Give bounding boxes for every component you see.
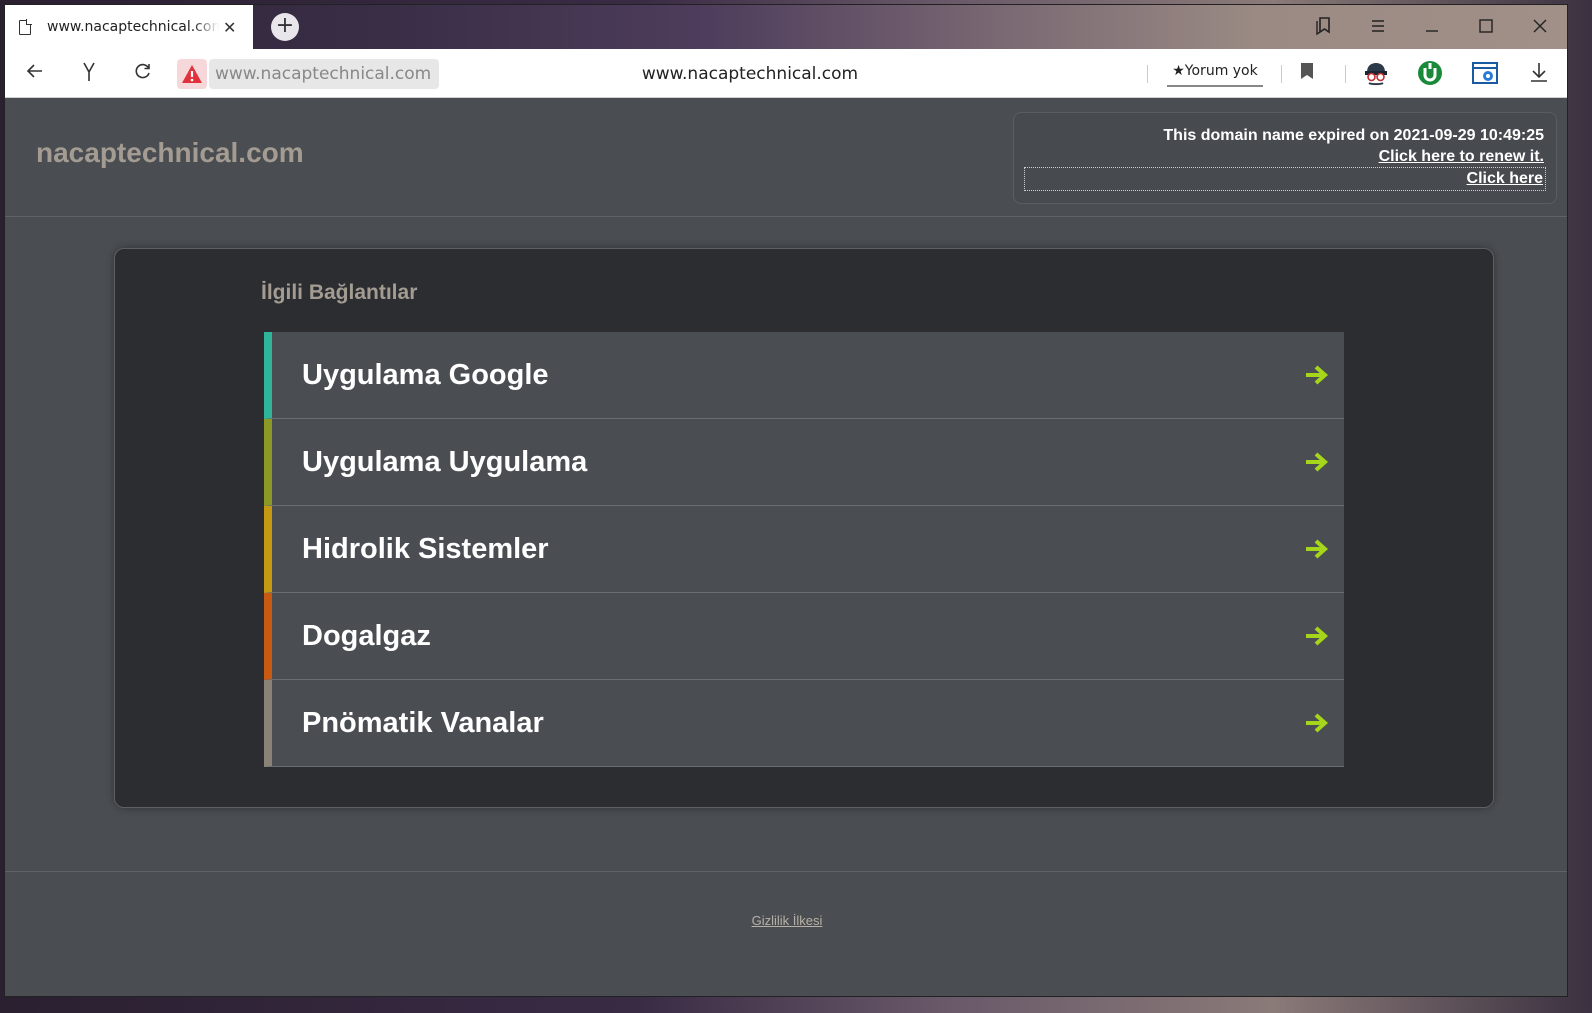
related-link[interactable]: Uygulama Google [264, 332, 1344, 419]
close-window-icon[interactable] [1513, 17, 1567, 38]
arrow-right-icon [1306, 626, 1329, 646]
related-link[interactable]: Dogalgaz [264, 593, 1344, 680]
new-tab-button[interactable]: + [271, 13, 299, 41]
bookmark-icon[interactable] [1299, 61, 1315, 86]
screenshot-icon[interactable] [1471, 60, 1499, 91]
related-link-label[interactable]: Uygulama Google [302, 359, 549, 392]
arrow-right-icon [1306, 713, 1329, 733]
related-link-label[interactable]: Dogalgaz [302, 620, 431, 653]
expiration-text: This domain name expired on 2021-09-29 1… [1163, 127, 1544, 144]
footer-divider [5, 871, 1567, 872]
maximize-icon[interactable] [1459, 17, 1513, 38]
related-link-label[interactable]: Hidrolik Sistemler [302, 533, 549, 566]
address-bar-title[interactable]: www.nacaptechnical.com [5, 64, 1495, 84]
toolbar-divider [1345, 65, 1346, 83]
window-controls [1297, 5, 1567, 49]
related-link-label[interactable]: Uygulama Uygulama [302, 446, 587, 479]
browser-toolbar: www.nacaptechnical.com www.nacaptechnica… [5, 49, 1567, 98]
browser-window: www.nacaptechnical.com ✕ + www.nacaptech… [4, 4, 1568, 997]
privacy-policy-link[interactable]: Gizlilik İlkesi [5, 913, 1567, 928]
minimize-icon[interactable] [1405, 17, 1459, 38]
download-icon[interactable] [1529, 61, 1549, 88]
related-links-list: Uygulama Google Uygulama Uygulama Hidrol… [264, 332, 1344, 767]
spy-extension-icon[interactable] [1363, 60, 1389, 91]
related-link[interactable]: Pnömatik Vanalar [264, 680, 1344, 767]
web-page: nacaptechnical.com This domain name expi… [5, 99, 1567, 996]
tab-title: www.nacaptechnical.com [47, 19, 219, 35]
active-tab[interactable]: www.nacaptechnical.com ✕ [5, 5, 253, 49]
arrow-right-icon [1306, 539, 1329, 559]
expiration-notice: This domain name expired on 2021-09-29 1… [1013, 112, 1557, 204]
collections-icon[interactable] [1297, 15, 1351, 40]
arrow-right-icon [1306, 452, 1329, 472]
site-header: nacaptechnical.com This domain name expi… [5, 99, 1567, 217]
related-link[interactable]: Hidrolik Sistemler [264, 506, 1344, 593]
menu-icon[interactable] [1351, 17, 1405, 38]
arrow-right-icon [1306, 365, 1329, 385]
tab-close-icon[interactable]: ✕ [223, 18, 236, 37]
utorrent-icon[interactable] [1417, 60, 1443, 91]
related-links-panel: İlgili Bağlantılar Uygulama Google Uygul… [114, 248, 1494, 808]
related-link-label[interactable]: Pnömatik Vanalar [302, 707, 544, 740]
site-name[interactable]: nacaptechnical.com [36, 137, 304, 169]
tab-strip: www.nacaptechnical.com ✕ + [5, 5, 1567, 49]
review-button[interactable]: ★Yorum yok [1167, 59, 1263, 87]
related-links-title: İlgili Bağlantılar [261, 281, 418, 304]
renew-link[interactable]: Click here to renew it. [1379, 148, 1544, 166]
click-here-link[interactable]: Click here [1024, 167, 1546, 191]
toolbar-divider [1281, 65, 1282, 83]
page-icon [19, 18, 32, 35]
toolbar-divider [1147, 65, 1148, 83]
related-link[interactable]: Uygulama Uygulama [264, 419, 1344, 506]
